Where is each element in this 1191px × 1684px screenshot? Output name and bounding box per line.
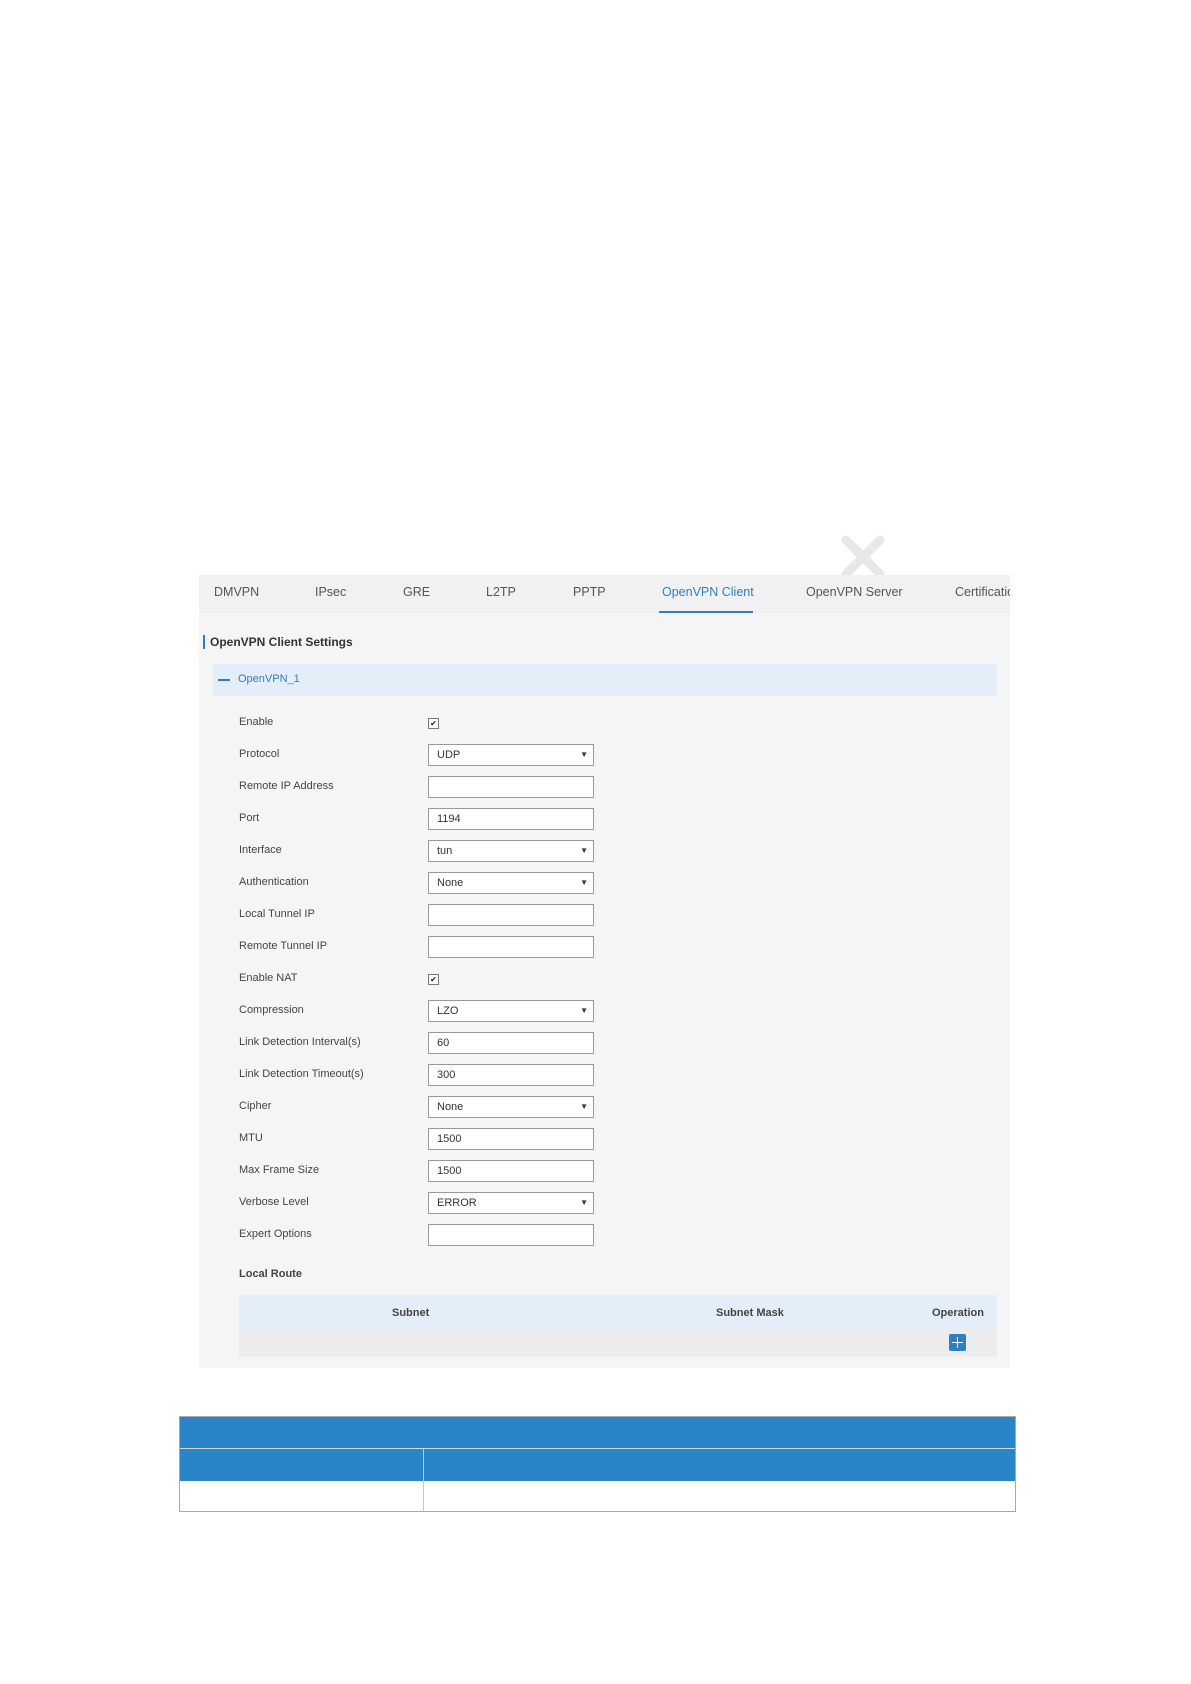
authentication-select[interactable]: None ▼ [428,872,594,894]
expert-label: Expert Options [239,1228,312,1240]
remote-tunnel-ip-input[interactable] [428,936,594,958]
chevron-down-icon: ▼ [580,1006,588,1015]
cipher-select[interactable]: None ▼ [428,1096,594,1118]
mtu-value: 1500 [437,1133,462,1145]
row-link-interval: Link Detection Interval(s) 60 [199,1031,1010,1055]
mtu-label: MTU [239,1132,263,1144]
compression-label: Compression [239,1004,304,1016]
column-subnet-mask: Subnet Mask [716,1307,784,1319]
link-timeout-label: Link Detection Timeout(s) [239,1068,364,1080]
enable-label: Enable [239,716,274,728]
vpn-tab-bar: DMVPN IPsec GRE L2TP PPTP OpenVPN Client… [199,575,1010,613]
enable-checkbox[interactable]: ✔ [428,718,439,729]
chevron-down-icon: ▼ [580,1198,588,1207]
row-cipher: Cipher None ▼ [199,1095,1010,1119]
row-interface: Interface tun ▼ [199,839,1010,863]
column-subnet: Subnet [392,1307,430,1319]
cipher-value: None [437,1101,464,1113]
max-frame-input[interactable]: 1500 [428,1160,594,1182]
tab-openvpn-server[interactable]: OpenVPN Server [806,585,903,599]
row-compression: Compression LZO ▼ [199,999,1010,1023]
row-protocol: Protocol UDP ▼ [199,743,1010,767]
row-expert: Expert Options [199,1223,1010,1247]
tab-pptp[interactable]: PPTP [573,585,606,599]
remote-ip-input[interactable] [428,776,594,798]
minus-icon[interactable] [218,679,230,681]
verbose-label: Verbose Level [239,1196,309,1208]
row-authentication: Authentication None ▼ [199,871,1010,895]
max-frame-label: Max Frame Size [239,1164,320,1176]
port-label: Port [239,812,260,824]
link-interval-label: Link Detection Interval(s) [239,1036,361,1048]
authentication-value: None [437,877,464,889]
compression-value: LZO [437,1005,459,1017]
table-column-header-row [180,1449,1015,1481]
tab-gre[interactable]: GRE [403,585,430,599]
row-verbose: Verbose Level ERROR ▼ [199,1191,1010,1215]
enable-nat-checkbox[interactable]: ✔ [428,974,439,985]
protocol-value: UDP [437,749,461,761]
port-value: 1194 [437,813,461,825]
tab-dmvpn[interactable]: DMVPN [214,585,259,599]
cipher-label: Cipher [239,1100,272,1112]
openvpn-1-collapse-header[interactable]: OpenVPN_1 [213,664,997,696]
chevron-down-icon: ▼ [580,750,588,759]
expert-input[interactable] [428,1224,594,1246]
row-local-tunnel-ip: Local Tunnel IP [199,903,1010,927]
protocol-label: Protocol [239,748,280,760]
protocol-select[interactable]: UDP ▼ [428,744,594,766]
interface-value: tun [437,845,453,857]
local-route-table-header: Subnet Subnet Mask Operation [239,1295,997,1329]
local-tunnel-ip-input[interactable] [428,904,594,926]
plus-icon[interactable] [949,1334,966,1351]
row-remote-tunnel-ip: Remote Tunnel IP [199,935,1010,959]
row-mtu: MTU 1500 [199,1127,1010,1151]
enable-nat-label: Enable NAT [239,972,298,984]
mtu-input[interactable]: 1500 [428,1128,594,1150]
link-timeout-input[interactable]: 300 [428,1064,594,1086]
link-timeout-value: 300 [437,1069,456,1081]
tab-ipsec[interactable]: IPsec [315,585,346,599]
table-column-divider [423,1449,424,1511]
local-route-add-row [239,1329,997,1357]
row-max-frame: Max Frame Size 1500 [199,1159,1010,1183]
interface-label: Interface [239,844,282,856]
row-remote-ip: Remote IP Address [199,775,1010,799]
column-operation: Operation [932,1307,984,1319]
local-route-title: Local Route [239,1268,302,1280]
link-interval-value: 60 [437,1037,450,1049]
row-port: Port 1194 [199,807,1010,831]
parameter-table [179,1416,1016,1512]
chevron-down-icon: ▼ [580,1102,588,1111]
compression-select[interactable]: LZO ▼ [428,1000,594,1022]
table-title-row [180,1417,1015,1448]
chevron-down-icon: ▼ [580,878,588,887]
link-interval-input[interactable]: 60 [428,1032,594,1054]
chevron-down-icon: ▼ [580,846,588,855]
interface-select[interactable]: tun ▼ [428,840,594,862]
remote-ip-label: Remote IP Address [239,780,334,792]
tab-l2tp[interactable]: L2TP [486,585,516,599]
verbose-select[interactable]: ERROR ▼ [428,1192,594,1214]
row-enable: Enable ✔ [199,711,1010,735]
active-tab-indicator [659,611,753,613]
max-frame-value: 1500 [437,1165,462,1177]
openvpn-client-screenshot: DMVPN IPsec GRE L2TP PPTP OpenVPN Client… [199,575,1010,1368]
collapse-label: OpenVPN_1 [238,673,300,685]
tab-openvpn-client[interactable]: OpenVPN Client [662,585,754,599]
port-input[interactable]: 1194 [428,808,594,830]
local-tunnel-ip-label: Local Tunnel IP [239,908,315,920]
authentication-label: Authentication [239,876,309,888]
row-link-timeout: Link Detection Timeout(s) 300 [199,1063,1010,1087]
remote-tunnel-ip-label: Remote Tunnel IP [239,940,328,952]
section-title: OpenVPN Client Settings [203,635,353,649]
verbose-value: ERROR [437,1197,477,1209]
tab-certifications[interactable]: Certificatio [955,585,1010,599]
row-enable-nat: Enable NAT ✔ [199,967,1010,991]
